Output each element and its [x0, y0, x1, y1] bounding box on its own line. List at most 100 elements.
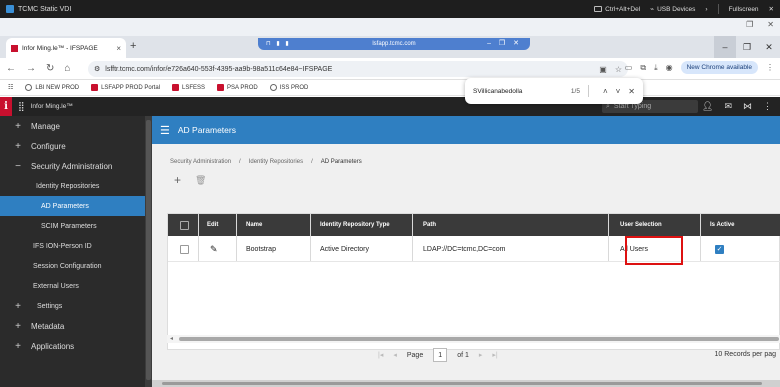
next-page-icon[interactable]: ▸ — [479, 351, 483, 359]
minimize-icon[interactable]: – — [714, 36, 736, 58]
add-icon[interactable]: + — [174, 173, 181, 187]
maximize-icon[interactable]: ❐ — [736, 36, 758, 58]
breadcrumb-link[interactable]: Identity Repositories — [249, 159, 303, 165]
plus-icon: + — [15, 120, 21, 132]
table-row[interactable]: ✎ Bootstrap Active Directory LDAP://DC=t… — [168, 236, 780, 262]
user-icon[interactable]: 👤︎ — [702, 101, 713, 112]
bookmark-item[interactable]: ISS PROD — [269, 84, 308, 91]
mail-icon[interactable]: ✉ — [724, 101, 732, 112]
browser-tab[interactable]: Infor Ming.le™ - IFSPAGE × — [6, 38, 126, 58]
profile-icon[interactable]: ◉ — [666, 63, 673, 72]
scrollbar-thumb[interactable] — [179, 337, 779, 341]
edit-pencil-icon[interactable]: ✎ — [210, 236, 218, 262]
previous-page-icon[interactable]: ◂ — [393, 351, 397, 359]
column-header-user-selection[interactable]: User Selection — [620, 214, 662, 236]
column-header-is-active[interactable]: Is Active — [710, 214, 734, 236]
close-icon[interactable]: ✕ — [628, 87, 635, 96]
bookmark-item[interactable]: LSFAPP PROD Portal — [91, 84, 160, 91]
sidebar-item-manage[interactable]: + Manage — [0, 116, 145, 136]
window-close-icon[interactable]: ✕ — [767, 20, 774, 29]
usb-devices-button[interactable]: ⌁ USB Devices — [650, 5, 695, 14]
browser-close-icon[interactable]: ✕ — [758, 36, 780, 58]
row-checkbox[interactable] — [180, 244, 189, 254]
address-bar[interactable]: ⚙ lsfftr.tcmc.com/infor/e726a640-553f-43… — [88, 61, 628, 77]
breadcrumb-link[interactable]: Security Administration — [170, 159, 231, 165]
sidebar-item-session-configuration[interactable]: Session Configuration — [0, 256, 145, 276]
sidebar-item-applications[interactable]: + Applications — [0, 336, 145, 356]
bookmark-item[interactable]: LBI NEW PROD — [25, 84, 79, 91]
home-icon[interactable]: ⌂ — [64, 63, 70, 74]
page-header: ☰ AD Parameters — [152, 116, 780, 144]
apps-grid-icon[interactable]: ☷ — [8, 84, 13, 91]
plus-icon: + — [15, 300, 21, 312]
records-per-page-select[interactable]: 10 Records per pag — [715, 351, 776, 358]
update-chrome-button[interactable]: New Chrome available — [680, 61, 758, 74]
bookmark-item[interactable]: PSA PROD — [217, 84, 258, 91]
reader-icon[interactable]: ▣ — [599, 65, 607, 74]
cell-repo-type: Active Directory — [320, 245, 370, 253]
sidebar-item-ifs-ion-person-id[interactable]: IFS ION-Person ID — [0, 236, 145, 256]
cast-icon[interactable]: ▭ — [625, 63, 633, 72]
bookmark-item[interactable]: LSFESS — [172, 84, 205, 91]
share-icon[interactable]: ⋈ — [743, 101, 752, 112]
menu-icon[interactable]: ⋮ — [766, 63, 774, 72]
sidebar-item-metadata[interactable]: + Metadata — [0, 316, 145, 336]
app-menu-grid-icon[interactable]: ⣿ — [18, 101, 25, 112]
breadcrumb-separator: / — [311, 159, 313, 165]
chevron-right-icon[interactable]: › — [705, 6, 707, 13]
reload-icon[interactable]: ↻ — [46, 63, 54, 74]
sidebar-item-settings[interactable]: + Settings — [0, 296, 145, 316]
last-page-icon[interactable]: ▸| — [492, 351, 497, 359]
sidebar-item-external-users[interactable]: External Users — [0, 276, 145, 296]
sidebar-item-label: AD Parameters — [41, 202, 89, 210]
sidebar-item-ad-parameters[interactable]: AD Parameters — [0, 196, 145, 216]
sidebar-scrollbar[interactable] — [145, 116, 152, 387]
download-icon[interactable]: ⤓ — [654, 63, 658, 73]
site-info-icon[interactable]: ⚙ — [94, 65, 100, 73]
scroll-left-icon[interactable]: ◂ — [170, 335, 173, 342]
breadcrumb: Security Administration / Identity Repos… — [170, 159, 362, 165]
find-count: 1/5 — [570, 87, 580, 95]
fullscreen-button[interactable]: Fullscreen — [729, 6, 759, 13]
back-icon[interactable]: ← — [6, 63, 16, 74]
close-icon[interactable]: ✕ — [769, 5, 774, 13]
ctrl-alt-del-button[interactable]: Ctrl+Alt+Del — [594, 6, 640, 13]
sidebar-item-label: SCIM Parameters — [41, 222, 97, 230]
page-horizontal-scrollbar[interactable] — [152, 380, 780, 387]
column-header-name[interactable]: Name — [246, 214, 262, 236]
scrollbar-thumb[interactable] — [162, 382, 762, 385]
restore-icon[interactable]: ❐ — [746, 20, 753, 29]
forward-icon[interactable]: → — [26, 63, 36, 74]
first-page-icon[interactable]: |◂ — [378, 351, 383, 359]
table-horizontal-scrollbar[interactable]: ◂ — [167, 335, 780, 343]
extensions-icon[interactable]: ⧉ — [640, 63, 646, 73]
sidebar-item-scim-parameters[interactable]: SCIM Parameters — [0, 216, 145, 236]
column-header-repo-type[interactable]: Identity Repository Type — [320, 214, 390, 236]
delete-icon[interactable]: 🗑︎ — [195, 175, 206, 187]
column-header-path[interactable]: Path — [423, 214, 436, 236]
scrollbar-thumb[interactable] — [146, 120, 151, 380]
pin-icon[interactable]: ⊓ ▮ ▮ — [266, 40, 291, 47]
bookmark-label: LBI NEW PROD — [35, 84, 80, 91]
is-active-checkbox[interactable]: ✓ — [715, 244, 724, 254]
checkbox[interactable] — [180, 220, 189, 230]
sidebar-item-identity-repositories[interactable]: Identity Repositories — [0, 176, 145, 196]
sidebar-item-security-administration[interactable]: − Security Administration — [0, 156, 145, 176]
tab-close-icon[interactable]: × — [116, 44, 121, 53]
sidebar-item-label: Applications — [31, 341, 75, 351]
select-all-checkbox[interactable] — [180, 214, 189, 236]
sidebar-item-configure[interactable]: + Configure — [0, 136, 145, 156]
remote-window-icons[interactable]: – ❐ ✕ — [487, 39, 522, 47]
bookmark-label: LSFESS — [182, 84, 206, 91]
hamburger-menu-icon[interactable]: ☰ — [160, 124, 170, 137]
bookmark-star-icon[interactable]: ☆ — [615, 65, 622, 74]
chevron-up-icon[interactable]: ˄ — [603, 87, 608, 96]
chevron-down-icon[interactable]: ˅ — [616, 87, 621, 96]
new-tab-button[interactable]: + — [130, 40, 136, 52]
page-number-input[interactable]: 1 — [433, 348, 448, 362]
infor-logo[interactable]: i — [0, 97, 12, 116]
breadcrumb-separator: / — [239, 159, 241, 165]
find-input[interactable]: SVillicanabedolla — [473, 88, 522, 95]
vdi-title: TCMC Static VDI — [18, 5, 72, 13]
more-icon[interactable]: ⋮ — [763, 101, 772, 112]
